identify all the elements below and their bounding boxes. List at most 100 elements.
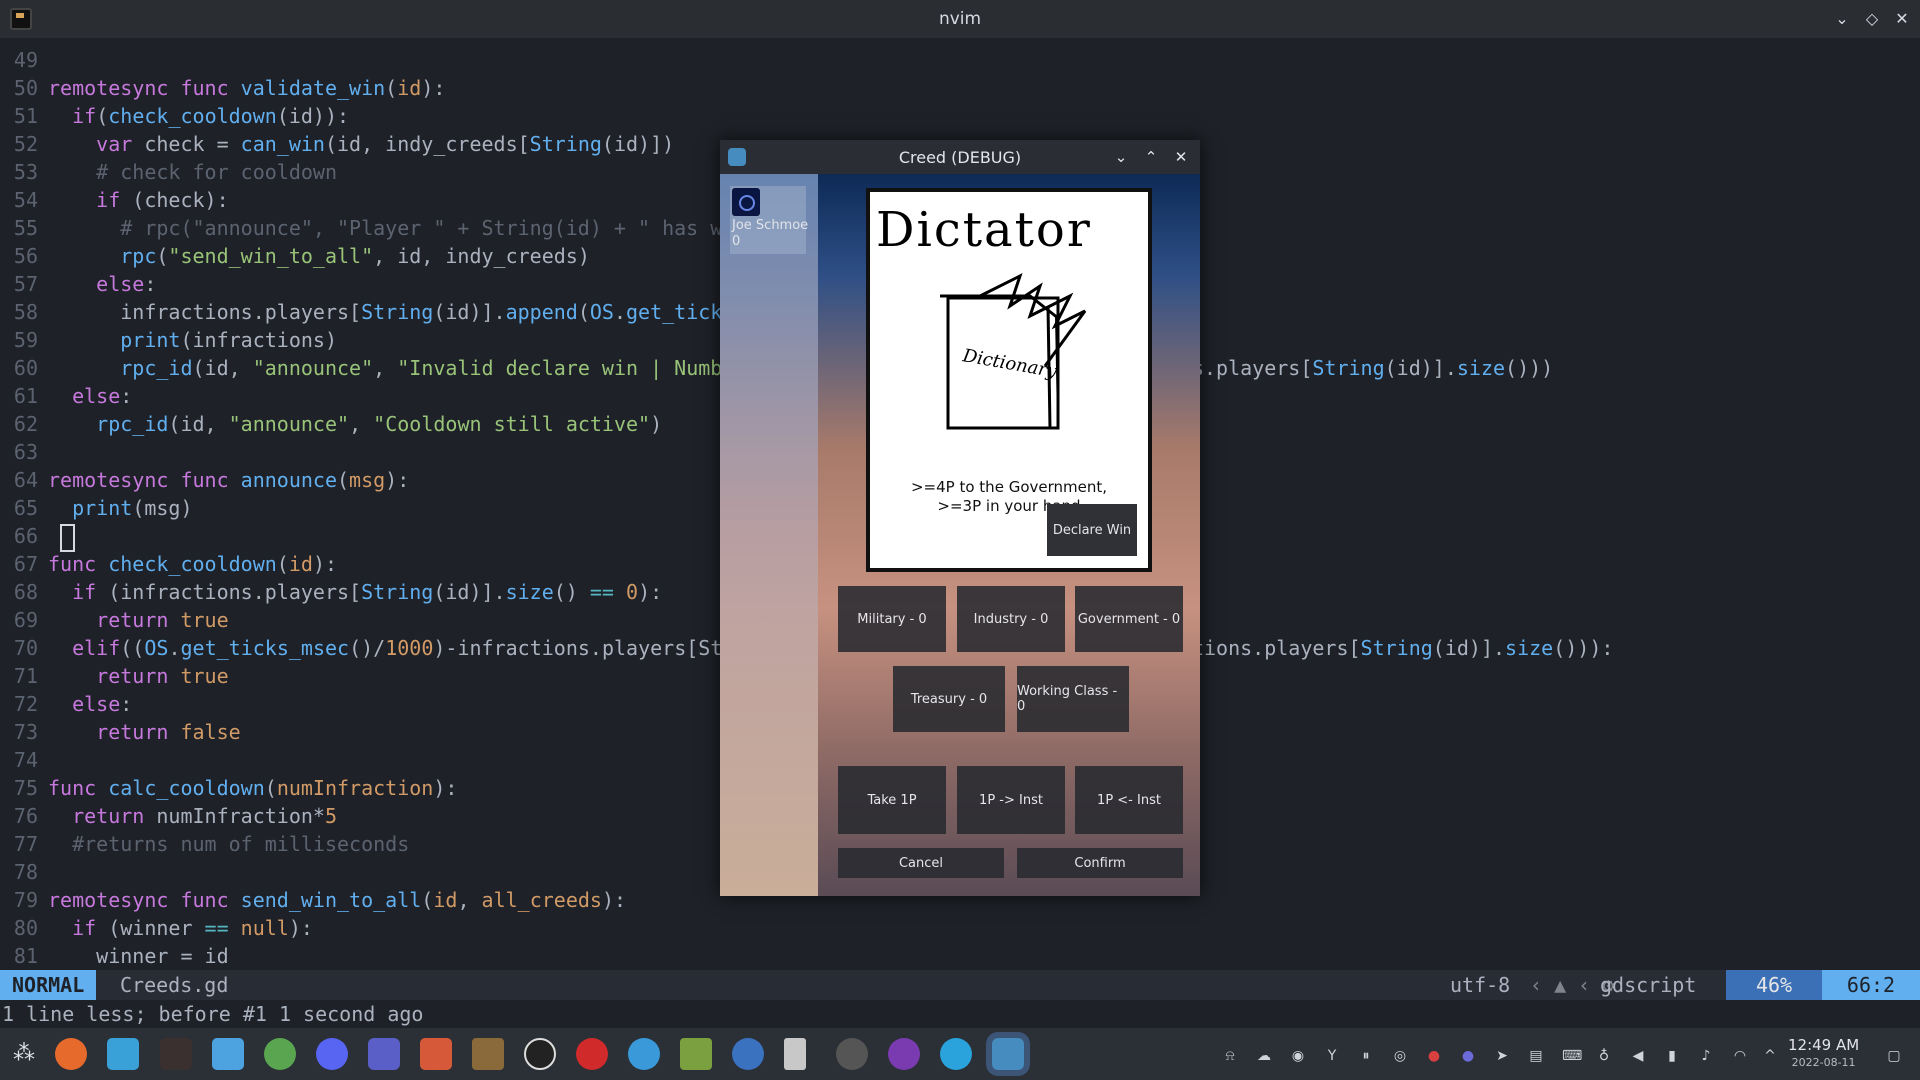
lightbulb-icon[interactable]: ♁ <box>1596 1048 1612 1064</box>
code-line[interactable]: 58 infractions.players[String(id)].appen… <box>0 298 722 326</box>
code-token: ( <box>156 244 169 268</box>
notification-bell-icon[interactable]: ⍾ <box>1222 1048 1238 1064</box>
line-number: 60 <box>13 356 38 380</box>
code-line[interactable]: 64 remotesync func announce(msg): <box>0 466 409 494</box>
show-desktop-icon[interactable]: ▢ <box>1886 1048 1902 1064</box>
code-line[interactable]: 74 <box>0 746 48 774</box>
code-line[interactable]: 66 <box>0 522 75 552</box>
code-line[interactable]: 65 print(msg) <box>0 494 193 522</box>
blender-icon[interactable] <box>628 1038 660 1070</box>
code-line[interactable]: 71 return true <box>0 662 229 690</box>
code-line[interactable]: 78 <box>0 858 48 886</box>
maximize-icon[interactable]: ◇ <box>1860 6 1884 30</box>
code-token: OS <box>589 300 614 324</box>
code-line[interactable]: 53 # check for cooldown <box>0 158 337 186</box>
military-button[interactable]: Military - 0 <box>838 586 946 652</box>
usb-icon[interactable]: ▮ <box>1664 1048 1680 1064</box>
declare-win-button[interactable]: Declare Win <box>1047 504 1137 556</box>
minimize-icon[interactable]: ⌄ <box>1110 146 1132 168</box>
government-button[interactable]: Government - 0 <box>1075 586 1183 652</box>
firefox-icon[interactable] <box>55 1038 87 1070</box>
app-y-icon[interactable] <box>264 1038 296 1070</box>
take-1p-button[interactable]: Take 1P <box>838 766 946 834</box>
treasury-button[interactable]: Treasury - 0 <box>893 666 1005 732</box>
teams-icon[interactable] <box>368 1038 400 1070</box>
gimp-icon[interactable] <box>836 1038 868 1070</box>
telegram-tray-icon[interactable]: ➤ <box>1494 1048 1510 1064</box>
card-illustration: Dictionary <box>940 273 1087 430</box>
strawberry-icon[interactable] <box>576 1038 608 1070</box>
microphone-icon[interactable]: ♪ <box>1698 1048 1714 1064</box>
code-line[interactable]: 79 remotesync func send_win_to_all(id, al… <box>0 886 626 914</box>
telegram-icon[interactable] <box>940 1038 972 1070</box>
code-line[interactable]: 81 winner = id <box>0 942 229 970</box>
code-line[interactable]: 52 var check = can_win(id, indy_creeds[S… <box>0 130 674 158</box>
obs-tray-icon[interactable]: ◎ <box>1392 1048 1408 1064</box>
discord-icon[interactable] <box>316 1038 348 1070</box>
take-1p-from-inst-button[interactable]: 1P <- Inst <box>1075 766 1183 834</box>
media-player-icon[interactable] <box>888 1038 920 1070</box>
code-line[interactable]: 57 else: <box>0 270 156 298</box>
code-token: print <box>72 496 133 520</box>
clipboard-icon[interactable]: ▤ <box>1528 1048 1544 1064</box>
code-line[interactable]: 61 else: <box>0 382 132 410</box>
volume-icon[interactable]: ◀ <box>1630 1048 1646 1064</box>
store-icon[interactable] <box>420 1038 452 1070</box>
app-y-tray-icon[interactable]: Y <box>1324 1048 1340 1064</box>
code-token: String <box>361 300 434 324</box>
close-icon[interactable]: ✕ <box>1890 6 1914 30</box>
obs-icon[interactable] <box>524 1038 556 1070</box>
krita-icon[interactable] <box>212 1038 244 1070</box>
player-entry[interactable]: Joe Schmoe 0 <box>730 186 808 254</box>
thunderbird-icon[interactable] <box>732 1038 764 1070</box>
code-line[interactable]: 68 if (infractions.players[String(id)].s… <box>0 578 662 606</box>
working-class-button[interactable]: Working Class - 0 <box>1017 666 1129 732</box>
pause-icon[interactable]: ⏸ <box>1358 1048 1374 1064</box>
godot-taskbar-icon[interactable] <box>992 1038 1024 1070</box>
discord-tray-icon[interactable]: ◉ <box>1290 1048 1306 1064</box>
code-line[interactable]: 63 <box>0 438 48 466</box>
code-line[interactable]: 49 <box>0 46 48 74</box>
code-line[interactable]: 50 remotesync func validate_win(id): <box>0 74 446 102</box>
clock[interactable]: 12:49 AM 2022-08-11 <box>1788 1036 1859 1072</box>
maximize-icon[interactable]: ⌃ <box>1140 146 1162 168</box>
line-number: 55 <box>13 216 38 240</box>
code-line[interactable]: 67 func check_cooldown(id): <box>0 550 337 578</box>
cancel-button[interactable]: Cancel <box>838 848 1004 878</box>
strawberry-tray-icon[interactable]: ● <box>1426 1048 1442 1064</box>
code-line[interactable]: 59 print(infractions) <box>0 326 337 354</box>
code-line[interactable]: 75 func calc_cooldown(numInfraction): <box>0 774 458 802</box>
library-icon[interactable] <box>472 1038 504 1070</box>
cloud-sync-icon[interactable]: ☁ <box>1256 1048 1272 1064</box>
card-text-line1: >=4P to the Government, <box>910 478 1108 496</box>
wifi-icon[interactable]: ◠ <box>1732 1048 1748 1064</box>
industry-button[interactable]: Industry - 0 <box>957 586 1065 652</box>
code-line[interactable]: 69 return true <box>0 606 229 634</box>
keyboard-icon[interactable]: ⌨ <box>1562 1048 1582 1064</box>
code-token: ())): <box>1553 636 1614 660</box>
app-launcher-icon[interactable]: ⁂ <box>8 1038 40 1070</box>
code-line[interactable]: 76 return numInfraction*5 <box>0 802 337 830</box>
code-line[interactable]: 80 if (winner == null): <box>0 914 313 942</box>
code-token: ())) <box>1505 356 1554 380</box>
document-icon[interactable] <box>784 1038 806 1070</box>
code-line[interactable]: 77 #returns num of milliseconds <box>0 830 409 858</box>
code-line[interactable]: 73 return false <box>0 718 241 746</box>
give-1p-to-inst-button[interactable]: 1P -> Inst <box>957 766 1065 834</box>
code-line[interactable]: 56 rpc("send_win_to_all", id, indy_creed… <box>0 242 590 270</box>
code-line[interactable]: 55 # rpc("announce", "Player " + String(… <box>0 214 722 242</box>
tray-expand-icon[interactable]: ^ <box>1762 1048 1778 1064</box>
terminal-icon[interactable] <box>160 1038 192 1070</box>
close-icon[interactable]: ✕ <box>1170 146 1192 168</box>
file-manager-icon[interactable] <box>107 1038 139 1070</box>
code-line[interactable]: 54 if (check): <box>0 186 229 214</box>
code-line[interactable]: 62 rpc_id(id, "announce", "Cooldown stil… <box>0 410 662 438</box>
teams-tray-icon[interactable]: ● <box>1460 1048 1476 1064</box>
minecraft-icon[interactable] <box>680 1038 712 1070</box>
window-title: nvim <box>938 9 982 29</box>
code-line[interactable]: 51 if(check_cooldown(id)): <box>0 102 349 130</box>
minimize-icon[interactable]: ⌄ <box>1830 6 1854 30</box>
confirm-button[interactable]: Confirm <box>1017 848 1183 878</box>
code-line[interactable]: 72 else: <box>0 690 132 718</box>
